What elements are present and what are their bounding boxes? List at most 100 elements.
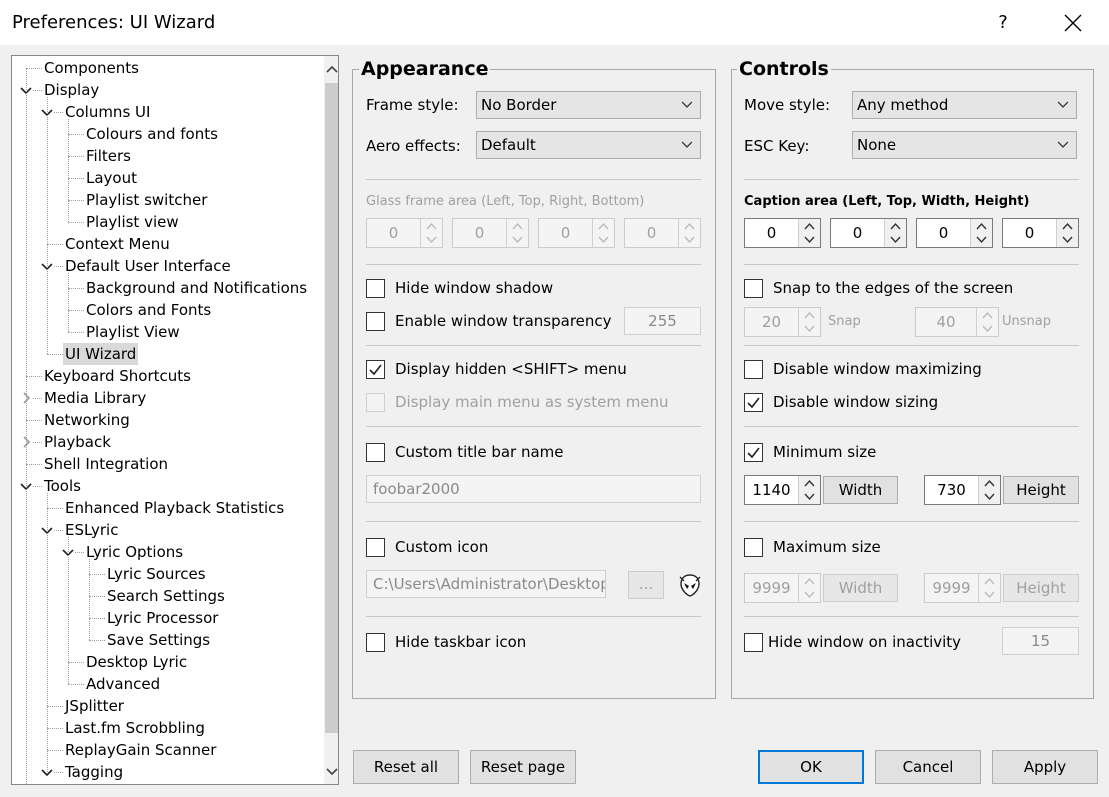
- tree-item[interactable]: Playlist view: [12, 211, 324, 233]
- tree-item[interactable]: Context Menu: [12, 233, 324, 255]
- reset-all-button[interactable]: Reset all: [353, 750, 459, 784]
- scrollbar-thumb[interactable]: [325, 83, 338, 733]
- tree-item[interactable]: ESLyric: [12, 519, 324, 541]
- min-width-button[interactable]: Width: [823, 476, 898, 504]
- tree-item[interactable]: Lyric Processor: [12, 607, 324, 629]
- preferences-tree[interactable]: Components Display Columns UI Colours and f…: [11, 55, 339, 785]
- disable-sizing-checkbox[interactable]: [744, 393, 763, 412]
- apply-button[interactable]: Apply: [992, 750, 1098, 784]
- reset-page-button[interactable]: Reset page: [470, 750, 576, 784]
- spinner-arrows[interactable]: [978, 476, 1000, 504]
- spin-down-button[interactable]: [593, 233, 614, 247]
- scroll-down-button[interactable]: [325, 764, 338, 780]
- spin-up-button[interactable]: [885, 219, 906, 233]
- tree-item[interactable]: Playback: [12, 431, 324, 453]
- tree-item[interactable]: Colors and Fonts: [12, 299, 324, 321]
- spinner-arrows[interactable]: [506, 219, 528, 247]
- snap-edges-checkbox[interactable]: [744, 279, 763, 298]
- spinner-arrows[interactable]: [798, 308, 820, 336]
- browse-icon-button[interactable]: ...: [628, 571, 664, 599]
- move-style-dropdown[interactable]: Any method: [852, 91, 1077, 119]
- caption-spinner[interactable]: 0: [916, 218, 993, 248]
- spin-down-button[interactable]: [799, 490, 820, 504]
- tree-item[interactable]: Shell Integration: [12, 453, 324, 475]
- custom-icon-checkbox[interactable]: [366, 538, 385, 557]
- glass-spinner[interactable]: 0: [624, 218, 701, 248]
- spin-down-button[interactable]: [1057, 233, 1078, 247]
- scroll-up-button[interactable]: [325, 61, 338, 77]
- spin-down-button[interactable]: [507, 233, 528, 247]
- tree-item[interactable]: Keyboard Shortcuts: [12, 365, 324, 387]
- tree-item[interactable]: Networking: [12, 409, 324, 431]
- spin-down-button[interactable]: [799, 322, 820, 336]
- spin-down-button[interactable]: [799, 588, 820, 602]
- spin-up-button[interactable]: [971, 219, 992, 233]
- spin-up-button[interactable]: [977, 308, 998, 322]
- tree-item[interactable]: Lyric Sources: [12, 563, 324, 585]
- esc-key-dropdown[interactable]: None: [852, 131, 1077, 159]
- max-height-button[interactable]: Height: [1003, 574, 1079, 602]
- caption-spinner[interactable]: 0: [830, 218, 907, 248]
- tree-item[interactable]: Search Settings: [12, 585, 324, 607]
- tree-item[interactable]: Display: [12, 79, 324, 101]
- glass-spinner[interactable]: 0: [366, 218, 443, 248]
- spinner-arrows[interactable]: [798, 219, 820, 247]
- spin-down-button[interactable]: [979, 490, 1000, 504]
- disable-maximize-checkbox[interactable]: [744, 360, 763, 379]
- tree-item[interactable]: Advanced: [12, 673, 324, 695]
- minimum-size-checkbox[interactable]: [744, 443, 763, 462]
- hide-inactivity-checkbox[interactable]: [744, 633, 763, 652]
- help-button[interactable]: ?: [985, 8, 1021, 38]
- spin-down-button[interactable]: [971, 233, 992, 247]
- maximum-size-checkbox[interactable]: [744, 538, 763, 557]
- cancel-button[interactable]: Cancel: [875, 750, 981, 784]
- tree-item[interactable]: JSplitter: [12, 695, 324, 717]
- spin-up-button[interactable]: [979, 574, 1000, 588]
- custom-title-input[interactable]: foobar2000: [366, 475, 701, 503]
- tree-item[interactable]: Tools: [12, 475, 324, 497]
- spin-up-button[interactable]: [799, 574, 820, 588]
- tree-item[interactable]: UI Wizard: [12, 343, 324, 365]
- tree-item[interactable]: Lyric Options: [12, 541, 324, 563]
- spin-up-button[interactable]: [421, 219, 442, 233]
- min-height-button[interactable]: Height: [1003, 476, 1079, 504]
- aero-effects-dropdown[interactable]: Default: [476, 131, 701, 159]
- tree-item[interactable]: Layout: [12, 167, 324, 189]
- max-width-button[interactable]: Width: [823, 574, 898, 602]
- tree-item[interactable]: Columns UI: [12, 101, 324, 123]
- spinner-arrows[interactable]: [798, 476, 820, 504]
- spin-down-button[interactable]: [421, 233, 442, 247]
- min-height-spinner[interactable]: 730: [924, 475, 1001, 505]
- spinner-arrows[interactable]: [976, 308, 998, 336]
- tree-item[interactable]: Enhanced Playback Statistics: [12, 497, 324, 519]
- spinner-arrows[interactable]: [798, 574, 820, 602]
- caption-spinner[interactable]: 0: [744, 218, 821, 248]
- glass-spinner[interactable]: 0: [452, 218, 529, 248]
- close-button[interactable]: [1055, 6, 1091, 40]
- frame-style-dropdown[interactable]: No Border: [476, 91, 701, 119]
- tree-item[interactable]: Default User Interface: [12, 255, 324, 277]
- tree-item[interactable]: Components: [12, 57, 324, 79]
- spin-up-button[interactable]: [799, 476, 820, 490]
- spin-down-button[interactable]: [977, 322, 998, 336]
- snap-spinner[interactable]: 20: [744, 307, 821, 337]
- tree-item[interactable]: Playlist switcher: [12, 189, 324, 211]
- system-menu-checkbox[interactable]: [366, 393, 385, 412]
- spin-down-button[interactable]: [885, 233, 906, 247]
- caption-spinner[interactable]: 0: [1002, 218, 1079, 248]
- tree-item[interactable]: Colours and fonts: [12, 123, 324, 145]
- tree-item[interactable]: Playlist View: [12, 321, 324, 343]
- spin-down-button[interactable]: [799, 233, 820, 247]
- custom-title-checkbox[interactable]: [366, 443, 385, 462]
- unsnap-spinner[interactable]: 40: [915, 307, 999, 337]
- tree-item[interactable]: Tagging: [12, 761, 324, 783]
- tree-item[interactable]: Last.fm Scrobbling: [12, 717, 324, 739]
- spinner-arrows[interactable]: [978, 574, 1000, 602]
- shift-menu-checkbox[interactable]: [366, 360, 385, 379]
- spin-up-button[interactable]: [799, 308, 820, 322]
- max-height-spinner[interactable]: 9999: [924, 573, 1001, 603]
- spin-down-button[interactable]: [979, 588, 1000, 602]
- hide-shadow-checkbox[interactable]: [366, 279, 385, 298]
- spin-up-button[interactable]: [979, 476, 1000, 490]
- tree-item[interactable]: Desktop Lyric: [12, 651, 324, 673]
